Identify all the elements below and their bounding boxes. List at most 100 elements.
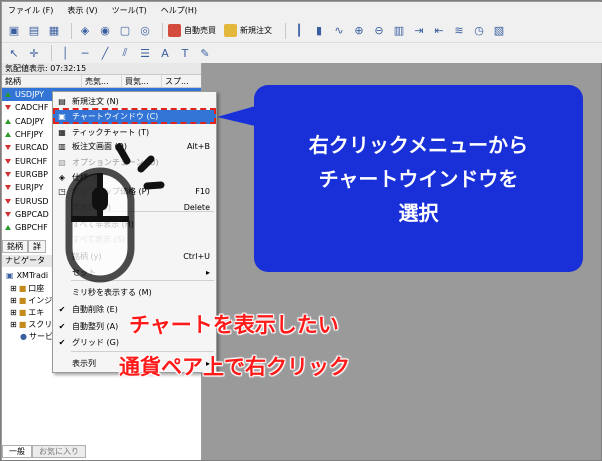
menu-help[interactable]: ヘルプ(H) <box>161 5 197 16</box>
periods-icon[interactable]: ◷ <box>471 23 487 39</box>
terminal-icon[interactable]: ▢ <box>117 23 133 39</box>
menu-file[interactable]: ファイル (F) <box>8 5 53 16</box>
expand-icon: ⊞ <box>10 308 17 317</box>
candle-chart-icon[interactable]: ▮ <box>311 23 327 39</box>
arrow-down-icon <box>5 105 11 111</box>
profiles-icon[interactable]: ▤ <box>26 23 42 39</box>
crosshair-icon[interactable]: ✛ <box>26 45 42 61</box>
arrow-down-icon <box>5 145 11 151</box>
col-ask[interactable]: 買気... <box>122 75 162 87</box>
auto-trade-icon <box>168 24 181 37</box>
vertical-line-icon[interactable]: │ <box>57 45 73 61</box>
symbol-name: EURGBP <box>15 169 48 179</box>
signal-icon[interactable]: ◎ <box>137 23 153 39</box>
nav-root[interactable]: ▣ XMTradi <box>6 271 48 280</box>
arrow-up-icon <box>5 118 11 124</box>
nav-experts[interactable]: ⊞ ■ エキ <box>10 307 44 318</box>
callout-line-2: チャートウインドウを <box>318 167 519 191</box>
indicators-icon[interactable]: ≋ <box>451 23 467 39</box>
context-menu-label: グリッド (G) <box>72 338 119 347</box>
nav-indicators[interactable]: ⊞ ■ インジ <box>10 295 52 306</box>
mouse-click-icon <box>65 143 165 283</box>
new-order-button[interactable]: 新規注文 <box>224 24 272 37</box>
symbol-name: EURUSD <box>15 196 49 206</box>
navigator-tabs: 一般 お気に入り <box>2 445 86 458</box>
context-menu-item[interactable]: ▦ ティックチャート (T) <box>53 126 216 140</box>
text-icon[interactable]: A <box>157 45 173 61</box>
expand-icon: ⊞ <box>10 296 17 305</box>
expand-icon: ⊞ <box>10 320 17 329</box>
indicators-folder-icon: ■ <box>18 296 27 305</box>
tile-icon[interactable]: ▥ <box>391 23 407 39</box>
fibonacci-icon[interactable]: ☰ <box>137 45 153 61</box>
new-order-label: 新規注文 <box>240 26 272 35</box>
market-watch-title: 気配値表示: 07:32:15 <box>2 63 201 75</box>
menu-item-icon: ▤ <box>58 97 66 106</box>
menu-view[interactable]: 表示 (V) <box>67 5 97 16</box>
menu-tools[interactable]: ツール(T) <box>112 5 147 16</box>
open-icon[interactable]: ▦ <box>46 23 62 39</box>
cursor-icon[interactable]: ↖ <box>6 45 22 61</box>
toolbar-separator <box>71 22 72 39</box>
tab-general[interactable]: 一般 <box>2 445 32 458</box>
nav-accounts[interactable]: ⊞ ■ 口座 <box>10 283 44 294</box>
expand-icon: ⊞ <box>10 284 17 293</box>
col-bid[interactable]: 売気... <box>82 75 122 87</box>
channel-icon[interactable]: ⫽ <box>117 45 133 61</box>
symbol-name: EURCHF <box>15 156 48 166</box>
symbol-name: EURCAD <box>15 143 49 153</box>
col-symbol[interactable]: 銘柄 <box>2 75 82 87</box>
arrow-down-icon <box>5 158 11 164</box>
symbol-name: CHFJPY <box>15 130 44 140</box>
col-spread[interactable]: スプ... <box>162 75 200 87</box>
nav-scripts[interactable]: ⊞ ■ スクリ <box>10 319 52 330</box>
context-menu-shortcut: F10 <box>195 187 210 196</box>
auto-trade-label: 自動売買 <box>184 26 216 35</box>
context-menu-label: 新規注文 (N) <box>72 97 119 106</box>
tab-details[interactable]: 詳 <box>28 240 46 253</box>
nav-root-label: XMTradi <box>16 271 49 280</box>
shapes-icon[interactable]: ✎ <box>197 45 213 61</box>
services-icon: ● <box>20 332 27 341</box>
symbol-name: CADJPY <box>15 116 45 126</box>
terminal-root-icon: ▣ <box>6 271 14 280</box>
market-watch-tabs: 銘柄 詳 <box>2 240 46 253</box>
market-watch-header: 銘柄 売気... 買気... スプ... <box>2 75 201 88</box>
tab-favorites[interactable]: お気に入り <box>32 445 86 458</box>
drawing-toolbar: ↖ ✛ │ ─ ╱ ⫽ ☰ A T ✎ <box>2 43 602 63</box>
symbol-name: GBPCAD <box>15 209 49 219</box>
shift-chart-icon[interactable]: ⇤ <box>431 23 447 39</box>
context-menu-label: 自動整列 (A) <box>72 322 119 331</box>
market-watch-icon[interactable]: ◈ <box>77 23 93 39</box>
horizontal-line-icon[interactable]: ─ <box>77 45 93 61</box>
annotation-line-1: チャートを表示したい <box>129 313 339 337</box>
autoscroll-icon[interactable]: ⇥ <box>411 23 427 39</box>
context-menu-label: 自動削除 (E) <box>72 305 118 314</box>
bar-chart-icon[interactable]: ┃ <box>291 23 307 39</box>
main-toolbar: ▣ ▤ ▦ ◈ ◉ ▢ ◎ 自動売買 新規注文 ┃ ▮ ∿ ⊕ ⊖ ▥ ⇥ ⇤ … <box>2 19 602 43</box>
templates-icon[interactable]: ▧ <box>491 23 507 39</box>
symbol-name: USDJPY <box>15 90 44 100</box>
line-chart-icon[interactable]: ∿ <box>331 23 347 39</box>
zoom-in-icon[interactable]: ⊕ <box>351 23 367 39</box>
arrow-up-icon <box>5 225 11 231</box>
new-chart-icon[interactable]: ▣ <box>6 23 22 39</box>
checkmark-icon: ✔ <box>58 305 66 314</box>
symbol-name: GBPCHF <box>15 223 48 233</box>
new-order-icon <box>224 24 237 37</box>
experts-folder-icon: ■ <box>18 308 27 317</box>
label-icon[interactable]: T <box>177 45 193 61</box>
menu-bar: ファイル (F) 表示 (V) ツール(T) ヘルプ(H) <box>2 2 602 19</box>
context-menu-shortcut: Ctrl+U <box>183 252 210 261</box>
navigator-icon[interactable]: ◉ <box>97 23 113 39</box>
zoom-out-icon[interactable]: ⊖ <box>371 23 387 39</box>
nav-services[interactable]: ● サービ <box>20 331 53 342</box>
context-menu-item[interactable]: ▤ 新規注文 (N) <box>53 95 216 109</box>
symbol-name: EURJPY <box>15 183 44 193</box>
checkmark-icon: ✔ <box>58 338 66 347</box>
tab-symbols[interactable]: 銘柄 <box>2 240 28 253</box>
trendline-icon[interactable]: ╱ <box>97 45 113 61</box>
nav-services-label: サービ <box>28 332 53 341</box>
auto-trade-button[interactable]: 自動売買 <box>168 24 216 37</box>
context-menu-label: 表示列 <box>72 359 96 368</box>
